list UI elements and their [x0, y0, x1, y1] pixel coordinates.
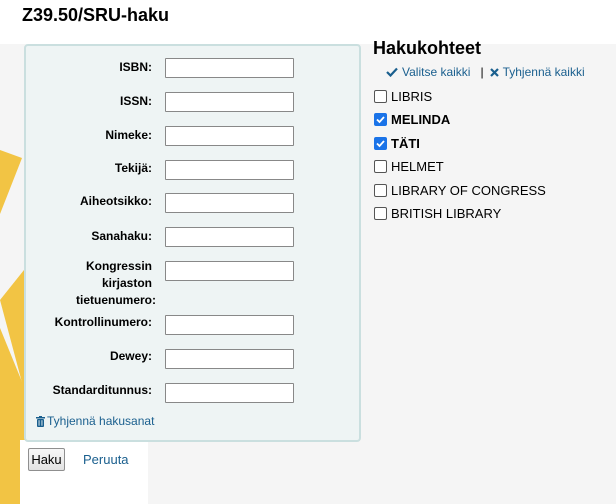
title-label: Nimeke: [105, 128, 152, 142]
issn-label: ISSN: [119, 94, 152, 108]
x-icon [489, 67, 499, 77]
clear-all-label: Tyhjennä kaikki [502, 65, 585, 79]
target-label: LIBRARY OF CONGRESS [391, 183, 546, 198]
checkmark-icon [376, 116, 385, 124]
clear-terms-label: Tyhjennä hakusanat [47, 414, 155, 428]
tati-checkbox[interactable] [374, 137, 387, 150]
target-tati[interactable]: TÄTI [374, 136, 420, 151]
isbn-label: ISBN: [119, 60, 152, 74]
target-melinda[interactable]: MELINDA [374, 112, 450, 127]
target-helmet[interactable]: HELMET [374, 159, 444, 174]
isbn-input[interactable] [165, 58, 294, 78]
british-library-checkbox[interactable] [374, 207, 387, 220]
author-input[interactable] [165, 160, 294, 180]
target-library-of-congress[interactable]: LIBRARY OF CONGRESS [374, 183, 546, 198]
keyword-input[interactable] [165, 227, 294, 247]
dewey-label: Dewey: [109, 349, 152, 363]
keyword-label: Sanahaku: [91, 229, 152, 243]
subject-label: Aiheotsikko: [79, 194, 152, 208]
helmet-checkbox[interactable] [374, 160, 387, 173]
page-title: Z39.50/SRU-haku [22, 5, 170, 25]
target-label: MELINDA [391, 112, 451, 127]
lccn-input[interactable] [165, 261, 294, 281]
control-number-label: Kontrollinumero: [54, 315, 152, 329]
search-form-panel: ISBN: ISSN: Nimeke: Tekijä: Aiheotsikko:… [24, 44, 361, 442]
trash-icon [36, 415, 45, 427]
cancel-link[interactable]: Peruuta [83, 452, 129, 467]
target-label: LIBRIS [391, 89, 433, 104]
separator: | [480, 65, 484, 79]
search-button[interactable]: Haku [28, 448, 65, 471]
check-icon [386, 67, 398, 77]
issn-input[interactable] [165, 92, 294, 112]
target-label: TÄTI [391, 136, 420, 151]
libris-checkbox[interactable] [374, 90, 387, 103]
melinda-checkbox[interactable] [374, 113, 387, 126]
target-label: BRITISH LIBRARY [391, 206, 502, 221]
standard-id-input[interactable] [165, 383, 294, 403]
target-british-library[interactable]: BRITISH LIBRARY [374, 206, 501, 221]
standard-id-label: Standarditunnus: [52, 383, 152, 397]
author-label: Tekijä: [114, 161, 152, 175]
clear-terms-link[interactable]: Tyhjennä hakusanat [36, 414, 154, 428]
checkmark-icon [376, 140, 385, 148]
select-all-label: Valitse kaikki [402, 65, 471, 79]
clear-all-link[interactable]: Tyhjennä kaikki [489, 65, 585, 79]
control-number-input[interactable] [165, 315, 294, 335]
selection-controls: Valitse kaikki | Tyhjennä kaikki [386, 65, 585, 79]
lccn-label: Kongressin kirjaston tietuenumero: [76, 259, 157, 307]
select-all-link[interactable]: Valitse kaikki [386, 65, 470, 79]
target-label: HELMET [391, 159, 444, 174]
title-input[interactable] [165, 126, 294, 146]
target-libris[interactable]: LIBRIS [374, 89, 432, 104]
library-of-congress-checkbox[interactable] [374, 184, 387, 197]
subject-input[interactable] [165, 193, 294, 213]
dewey-input[interactable] [165, 349, 294, 369]
targets-title: Hakukohteet [373, 38, 482, 58]
